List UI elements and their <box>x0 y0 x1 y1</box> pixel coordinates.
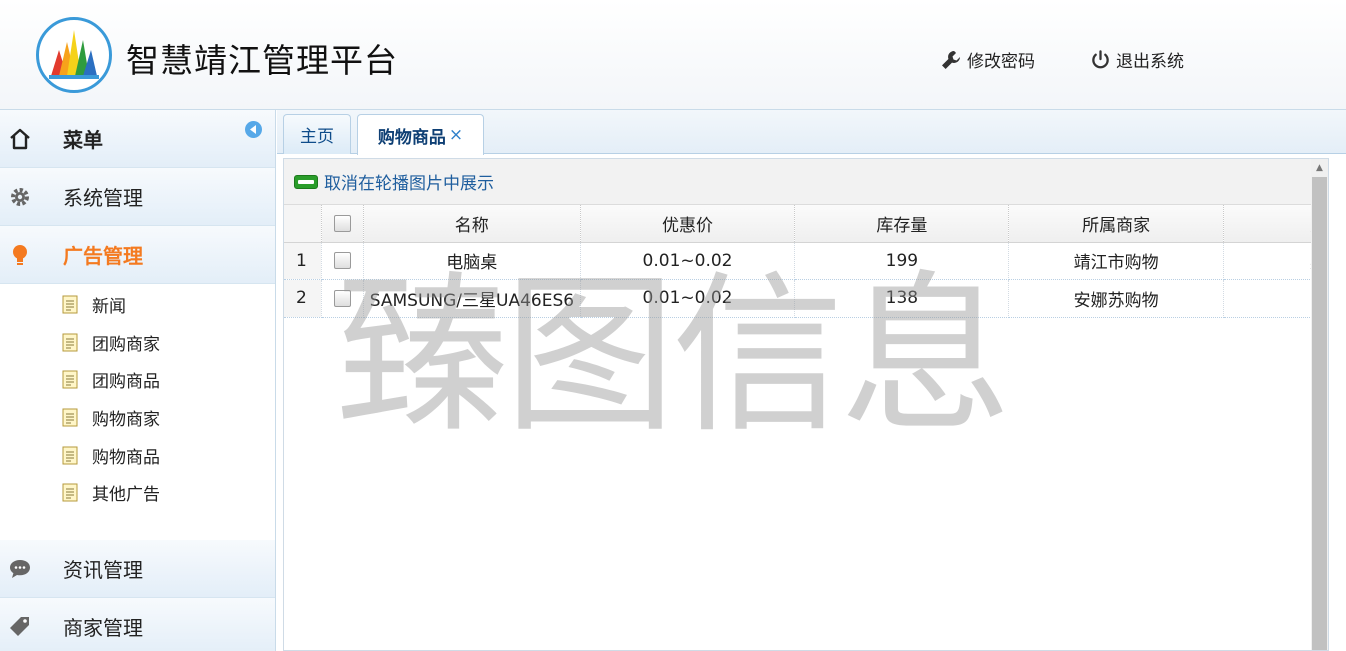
cell-stock: 199 <box>794 242 1010 280</box>
cancel-carousel-label: 取消在轮播图片中展示 <box>324 174 494 194</box>
select-all-checkbox[interactable] <box>334 214 351 232</box>
sidebar-panel-label: 商家管理 <box>63 616 143 640</box>
cell-stock: 138 <box>794 279 1010 318</box>
document-icon <box>62 295 78 314</box>
cell-merchant: 安娜苏购物 <box>1008 279 1224 318</box>
arrow-left-icon <box>250 125 256 134</box>
vertical-scrollbar[interactable]: ▲ <box>1311 159 1328 650</box>
sidebar-panel-label: 广告管理 <box>63 244 143 268</box>
sidebar-panel-merchants[interactable]: 商家管理 <box>0 598 275 651</box>
column-header[interactable]: 名称 <box>363 205 581 243</box>
ad-submenu: 新闻 团购商家 团购商品 购物商家 购物商品 其他广告 <box>0 284 275 540</box>
row-number: 1 <box>284 242 323 280</box>
sidebar-item-shop-merchants[interactable]: 购物商家 <box>0 399 275 437</box>
sidebar-panel-news[interactable]: 资讯管理 <box>0 540 275 598</box>
tab-shopping-products[interactable]: 购物商品 × <box>357 114 484 155</box>
sidebar-item-label: 新闻 <box>92 297 126 318</box>
menu-title: 菜单 <box>63 128 103 152</box>
gear-icon <box>8 185 32 209</box>
sidebar-item-label: 购物商品 <box>92 447 160 468</box>
column-header[interactable]: 所属商家 <box>1008 205 1224 243</box>
app-header: 智慧靖江管理平台 修改密码 退出系统 <box>0 0 1346 110</box>
column-header[interactable]: 优惠价 <box>580 205 796 243</box>
sidebar-item-other-ads[interactable]: 其他广告 <box>0 474 275 512</box>
scroll-thumb[interactable] <box>1312 177 1327 650</box>
column-header[interactable]: 库存量 <box>794 205 1010 243</box>
row-checkbox[interactable] <box>334 252 351 270</box>
row-number-header <box>284 205 323 243</box>
close-tab-icon[interactable]: × <box>449 125 463 145</box>
row-checkbox-cell <box>321 242 364 280</box>
products-table: 名称 优惠价 库存量 所属商家 类 1 电脑桌 0.01~0.02 199 靖江… <box>284 205 1328 318</box>
table-row[interactable]: 2 SAMSUNG/三星UA46ES6 0.01~0.02 138 安娜苏购物 … <box>284 279 1328 318</box>
sidebar-item-shop-products[interactable]: 购物商品 <box>0 436 275 474</box>
cell-price: 0.01~0.02 <box>580 279 796 318</box>
home-icon <box>8 127 32 151</box>
tab-label: 购物商品 <box>377 127 446 148</box>
tabs-bar: 主页 购物商品 × <box>277 110 1346 155</box>
sidebar-item-label: 团购商家 <box>92 334 160 355</box>
change-password-label: 修改密码 <box>967 52 1035 72</box>
document-icon <box>62 408 78 427</box>
power-icon <box>1092 49 1109 68</box>
table-row[interactable]: 1 电脑桌 0.01~0.02 199 靖江市购物 桌 <box>284 242 1328 280</box>
sidebar-item-label: 团购商品 <box>92 372 160 393</box>
tab-label: 主页 <box>300 127 334 147</box>
logout-label: 退出系统 <box>1116 52 1184 72</box>
document-icon <box>62 446 78 465</box>
cell-name: 电脑桌 <box>363 242 581 280</box>
table-header-row: 名称 优惠价 库存量 所属商家 类 <box>284 205 1328 243</box>
sidebar-panel-system[interactable]: 系统管理 <box>0 168 275 226</box>
logout-link[interactable]: 退出系统 <box>1090 47 1184 72</box>
menu-header: 菜单 <box>0 110 275 168</box>
cancel-carousel-button[interactable]: 取消在轮播图片中展示 <box>294 169 494 194</box>
sidebar-item-label: 购物商家 <box>92 410 160 431</box>
scroll-up-arrow-icon[interactable]: ▲ <box>1311 159 1328 176</box>
document-icon <box>62 370 78 389</box>
document-icon <box>62 483 78 502</box>
row-number: 2 <box>284 279 323 318</box>
sidebar-item-group-products[interactable]: 团购商品 <box>0 361 275 399</box>
sidebar-panel-label: 资讯管理 <box>63 558 143 582</box>
lightbulb-icon <box>8 243 32 267</box>
sidebar-item-label: 其他广告 <box>92 485 160 506</box>
sidebar-panel-label: 系统管理 <box>63 186 143 210</box>
sidebar-item-news[interactable]: 新闻 <box>0 286 275 324</box>
main-area: 主页 购物商品 × 取消在轮播图片中展示 名称 优惠价 库存量 所属商家 1 电… <box>277 110 1346 651</box>
chat-bubble-icon <box>8 557 32 581</box>
document-icon <box>62 333 78 352</box>
row-checkbox[interactable] <box>334 289 351 307</box>
toolbar: 取消在轮播图片中展示 <box>284 159 1328 205</box>
select-all-checkbox-cell <box>321 205 364 243</box>
cell-price: 0.01~0.02 <box>580 242 796 280</box>
sidebar-panel-ads[interactable]: 广告管理 <box>0 226 275 284</box>
collapse-sidebar-button[interactable] <box>245 121 262 138</box>
wrench-icon <box>942 50 960 69</box>
app-title: 智慧靖江管理平台 <box>126 41 398 80</box>
cell-merchant: 靖江市购物 <box>1008 242 1224 280</box>
tag-icon <box>8 615 32 639</box>
content-panel: 取消在轮播图片中展示 名称 优惠价 库存量 所属商家 类 <box>283 158 1329 651</box>
change-password-link[interactable]: 修改密码 <box>940 47 1035 72</box>
sidebar-item-group-merchants[interactable]: 团购商家 <box>0 324 275 362</box>
sidebar: 菜单 系统管理 广告管理 新闻 团购商家 团购商品 购物商家 购物商品 其他广告… <box>0 110 276 651</box>
tab-home[interactable]: 主页 <box>283 114 351 154</box>
app-logo <box>36 17 112 93</box>
minus-icon <box>294 174 318 189</box>
row-checkbox-cell <box>321 279 364 318</box>
cell-name: SAMSUNG/三星UA46ES6 <box>363 279 581 318</box>
